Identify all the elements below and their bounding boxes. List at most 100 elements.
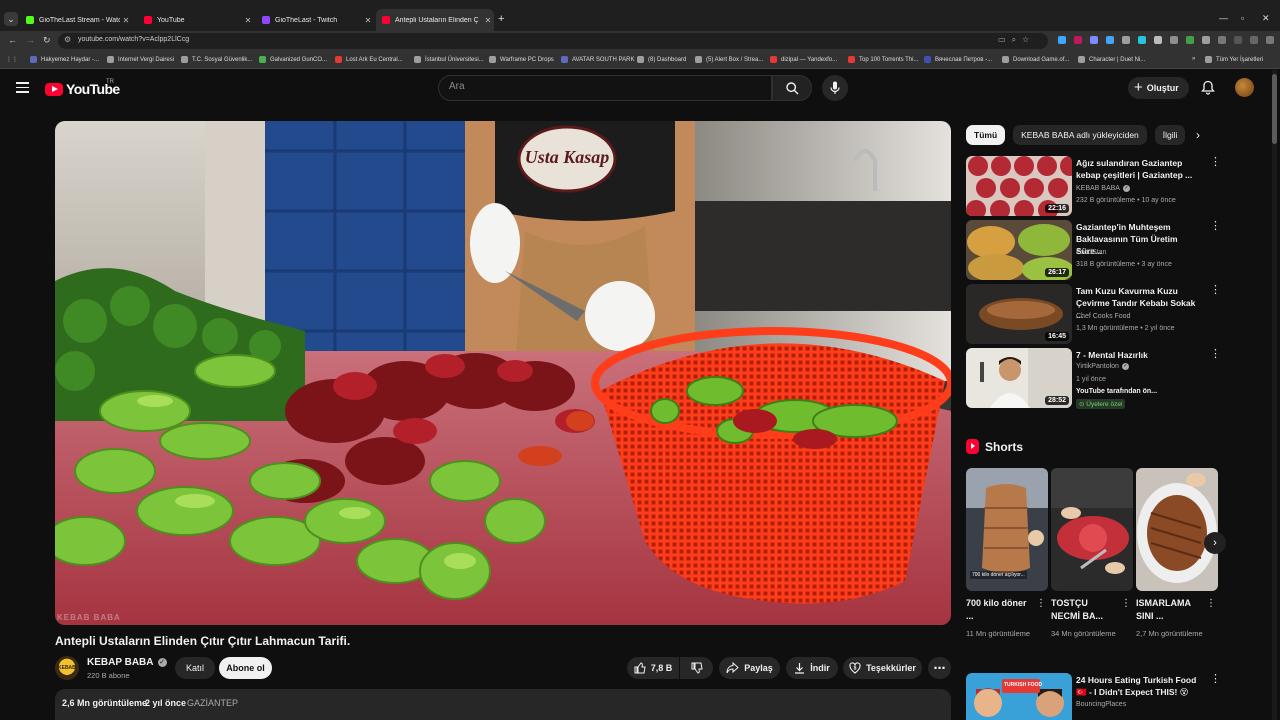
recommended-video[interactable]: 28:52 7 - Mental Hazırlık YirtikPantolon… bbox=[966, 348, 1222, 409]
recommended-video[interactable]: 16:45 Tam Kuzu Kavurma Kuzu Çevirme Tand… bbox=[966, 284, 1222, 344]
browser-tab[interactable]: GioTheLast Stream - Watch Live ✕ bbox=[20, 9, 132, 31]
video-thumbnail[interactable]: 22:16 bbox=[966, 156, 1072, 216]
video-thumbnail[interactable]: 28:52 bbox=[966, 348, 1072, 408]
chip-all[interactable]: Tümü bbox=[966, 125, 1006, 145]
apps-icon[interactable]: ⋮⋮ bbox=[6, 56, 18, 63]
rec-channel[interactable]: FoodStan bbox=[1076, 249, 1106, 256]
rec-channel[interactable]: KEBAB BABA ✓ bbox=[1076, 185, 1130, 192]
bookmark[interactable]: Hakyemez Haydar -... bbox=[30, 56, 99, 63]
kebab-menu-icon[interactable] bbox=[1266, 36, 1274, 44]
rec-channel[interactable]: YirtikPantolon ✓ bbox=[1076, 363, 1129, 370]
tab-search-button[interactable]: ⌄ bbox=[4, 12, 18, 26]
kebab-menu-icon[interactable]: ⋮ bbox=[1210, 285, 1221, 296]
window-close-button[interactable]: ✕ bbox=[1262, 13, 1270, 24]
install-icon[interactable]: ▭ bbox=[998, 35, 1012, 44]
forward-icon[interactable]: → bbox=[26, 35, 35, 45]
puzzle-icon[interactable] bbox=[1218, 36, 1226, 44]
video-thumbnail[interactable]: 26:17 bbox=[966, 220, 1072, 280]
video-player[interactable]: Usta Kasap KEBAB BABA bbox=[55, 121, 951, 625]
bookmark[interactable]: (8) Dashboard bbox=[637, 56, 686, 63]
youtube-logo[interactable]: YouTube TR bbox=[45, 79, 120, 97]
extension-icon[interactable] bbox=[1074, 36, 1082, 44]
chevron-right-icon[interactable]: › bbox=[1196, 128, 1200, 142]
chip-related[interactable]: İlgili bbox=[1154, 125, 1186, 145]
location-tag[interactable]: GAZİANTEP bbox=[187, 698, 238, 708]
chip-from-uploader[interactable]: KEBAB BABA adlı yükleyiciden bbox=[1013, 125, 1147, 145]
shorts-next-button[interactable]: › bbox=[1204, 532, 1226, 554]
close-tab-icon[interactable]: ✕ bbox=[120, 16, 132, 25]
address-bar[interactable]: ⚙ youtube.com/watch?v=Aclpp2LlCcg bbox=[58, 33, 1048, 49]
bookmark[interactable]: İstanbul Üniversitesi... bbox=[414, 56, 484, 63]
page-scrollbar[interactable] bbox=[1272, 70, 1277, 720]
bookmarks-overflow-icon[interactable]: » bbox=[1192, 56, 1195, 62]
rec-channel[interactable]: Chef Cooks Food bbox=[1076, 313, 1130, 320]
bookmark-star-icon[interactable]: ☆ bbox=[1022, 35, 1035, 44]
close-tab-icon[interactable]: ✕ bbox=[242, 16, 254, 25]
search-button[interactable] bbox=[772, 75, 812, 101]
browser-tab[interactable]: GioTheLast - Twitch ✕ bbox=[256, 9, 374, 31]
kebab-menu-icon[interactable]: ⋮ bbox=[1036, 599, 1046, 609]
account-avatar[interactable] bbox=[1235, 78, 1254, 97]
extension-icon[interactable] bbox=[1106, 36, 1114, 44]
video-thumbnail[interactable]: TURKISH FOOD bbox=[966, 673, 1072, 720]
kebab-menu-icon[interactable]: ⋮ bbox=[1210, 221, 1221, 232]
recommended-video[interactable]: 26:17 Gaziantep'in Muhteşem Baklavasının… bbox=[966, 220, 1222, 280]
minimize-button[interactable]: — bbox=[1219, 13, 1228, 23]
kebab-menu-icon[interactable]: ⋮ bbox=[1210, 674, 1221, 685]
more-actions-icon[interactable]: ⋯ bbox=[928, 657, 951, 679]
site-info-icon[interactable]: ⚙ bbox=[64, 35, 71, 44]
maximize-button[interactable]: ▫ bbox=[1241, 13, 1244, 23]
extension-icon[interactable] bbox=[1122, 36, 1130, 44]
short-thumbnail[interactable] bbox=[1136, 468, 1218, 591]
extension-icon[interactable] bbox=[1138, 36, 1146, 44]
back-icon[interactable]: ← bbox=[8, 35, 17, 45]
channel-name[interactable]: KEBAP BABA ✓ bbox=[87, 657, 167, 668]
extension-icon[interactable] bbox=[1090, 36, 1098, 44]
short-thumbnail[interactable]: 700 kilo döner açılıyor... bbox=[966, 468, 1048, 591]
extension-icon[interactable] bbox=[1058, 36, 1066, 44]
all-bookmarks[interactable]: Tüm Yer İşaretleri bbox=[1205, 56, 1263, 63]
voice-search-button[interactable] bbox=[822, 75, 848, 101]
join-button[interactable]: Katıl bbox=[175, 657, 215, 679]
description-box[interactable]: 2,6 Mn görüntüleme 2 yıl önce GAZİANTEP bbox=[55, 689, 951, 720]
subscribe-button[interactable]: Abone ol bbox=[219, 657, 272, 679]
create-button[interactable]: + Oluştur bbox=[1128, 77, 1189, 99]
zoom-icon[interactable]: ⌕ bbox=[1012, 35, 1022, 44]
bookmark[interactable]: Warframe PC Drops bbox=[489, 56, 554, 63]
bookmark[interactable]: Internet Vergi Dairesi bbox=[107, 56, 174, 63]
bookmark[interactable]: Lost Ark Eu Central... bbox=[335, 56, 403, 63]
dislike-button[interactable] bbox=[680, 657, 713, 679]
bookmark[interactable]: Вячеслав Петров -... bbox=[924, 56, 992, 63]
new-tab-button[interactable]: + bbox=[498, 13, 504, 25]
channel-avatar[interactable]: KEBAB bbox=[55, 656, 79, 680]
extension-icon[interactable] bbox=[1154, 36, 1162, 44]
bookmark[interactable]: Galvanized GunCO... bbox=[259, 56, 327, 63]
share-button[interactable]: Paylaş bbox=[719, 657, 780, 679]
extension-icon[interactable] bbox=[1202, 36, 1210, 44]
search-input[interactable] bbox=[449, 81, 749, 92]
bookmark[interactable]: Character | Duet Ni... bbox=[1078, 56, 1145, 63]
reload-icon[interactable]: ↻ bbox=[43, 35, 51, 46]
bookmark[interactable]: (5) Alert Box / Strea... bbox=[695, 56, 763, 63]
recommended-video[interactable]: TURKISH FOOD 24 Hours Eating Turkish Foo… bbox=[966, 673, 1222, 720]
like-button[interactable]: 7,8 B bbox=[627, 657, 679, 679]
omnibox-actions[interactable]: ▭⌕☆ bbox=[998, 35, 1035, 45]
short-item[interactable]: 700 kilo döner açılıyor... 700 kilo döne… bbox=[966, 468, 1048, 638]
extension-icon[interactable] bbox=[1186, 36, 1194, 44]
bookmark[interactable]: T.C. Sosyal Güvenlik... bbox=[181, 56, 252, 63]
guide-menu-icon[interactable] bbox=[16, 82, 29, 93]
kebab-menu-icon[interactable]: ⋮ bbox=[1210, 349, 1221, 360]
bookmark[interactable]: Top 100 Torrents Thi... bbox=[848, 56, 918, 63]
extension-icon[interactable] bbox=[1170, 36, 1178, 44]
close-tab-icon[interactable]: ✕ bbox=[362, 16, 374, 25]
short-item[interactable]: ISMARLAMA SINI ... 2,7 Mn görüntüleme ⋮ bbox=[1136, 468, 1218, 638]
close-tab-icon[interactable]: ✕ bbox=[482, 16, 494, 25]
thanks-button[interactable]: $ Teşekkürler bbox=[843, 657, 922, 679]
search-box[interactable] bbox=[438, 75, 772, 101]
short-thumbnail[interactable] bbox=[1051, 468, 1133, 591]
kebab-menu-icon[interactable]: ⋮ bbox=[1206, 599, 1216, 609]
kebab-menu-icon[interactable]: ⋮ bbox=[1121, 599, 1131, 609]
rec-channel[interactable]: BouncingPlaces bbox=[1076, 701, 1126, 708]
bookmark[interactable]: dizipal — Yandexfo... bbox=[770, 56, 837, 63]
browser-tab[interactable]: YouTube ✕ bbox=[138, 9, 254, 31]
